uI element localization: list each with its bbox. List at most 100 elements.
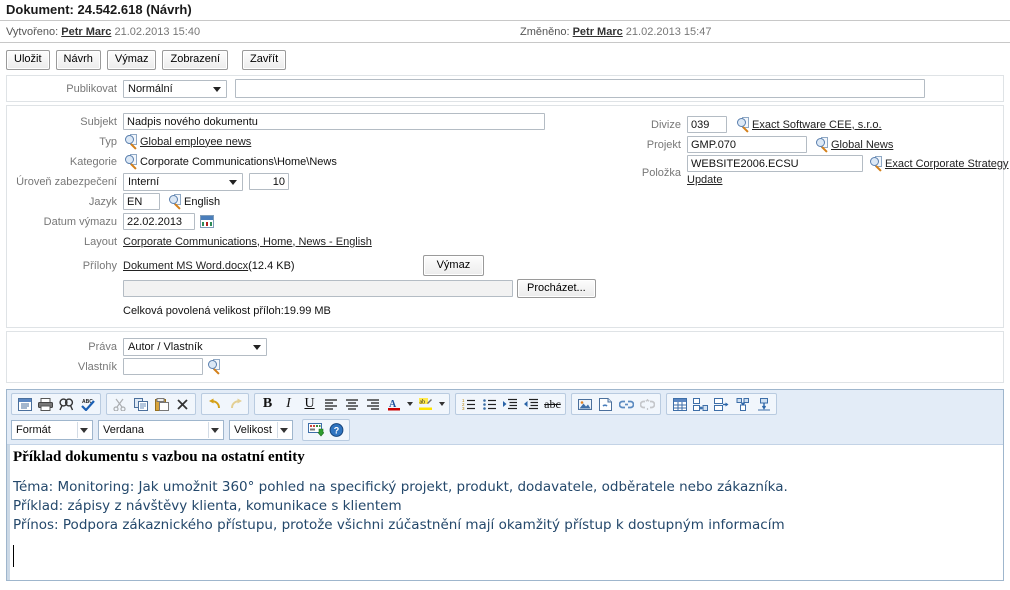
align-center-icon[interactable] [341, 395, 362, 414]
item-input[interactable] [687, 155, 863, 172]
help-icon[interactable]: ? [326, 421, 347, 440]
form-left-column: Subjekt Typ Global employee news Kategor… [7, 111, 627, 321]
attachment-file-link[interactable]: Dokument MS Word.docx [123, 260, 248, 272]
bulleted-list-icon[interactable] [479, 395, 500, 414]
highlight-color-icon[interactable]: ab [415, 395, 436, 414]
subject-input[interactable] [123, 113, 545, 130]
template-insert-icon[interactable] [305, 421, 326, 440]
undo-icon[interactable] [204, 395, 225, 414]
remove-format-icon[interactable] [172, 395, 193, 414]
calendar-icon[interactable] [200, 215, 214, 228]
document-edit-page: Dokument: 24.542.618 (Návrh) Vytvořeno: … [0, 0, 1010, 590]
underline-icon[interactable]: U [299, 395, 320, 414]
lookup-icon[interactable] [736, 116, 751, 133]
link-icon[interactable] [616, 395, 637, 414]
format-select-value: Formát [16, 424, 51, 436]
language-code-input[interactable] [123, 193, 160, 210]
project-link[interactable]: Global News [831, 139, 893, 151]
redo-icon[interactable] [225, 395, 246, 414]
numbered-list-icon[interactable]: 123 [458, 395, 479, 414]
project-label: Projekt [646, 138, 681, 151]
publish-note-input[interactable] [235, 79, 925, 98]
strikethrough-icon[interactable]: abc [542, 395, 563, 414]
save-button[interactable]: Uložit [6, 49, 50, 70]
draft-button[interactable]: Návrh [55, 49, 101, 70]
lookup-icon[interactable] [168, 193, 183, 210]
lookup-icon[interactable] [124, 153, 139, 170]
owner-input[interactable] [123, 358, 203, 375]
text-color-icon[interactable]: A [383, 395, 404, 414]
division-input[interactable] [687, 116, 727, 133]
changed-user-link[interactable]: Petr Marc [573, 26, 623, 38]
paste-icon[interactable] [151, 395, 172, 414]
copy-icon[interactable] [130, 395, 151, 414]
bold-icon[interactable]: B [257, 395, 278, 414]
italic-icon[interactable]: I [278, 395, 299, 414]
project-input[interactable] [687, 136, 807, 153]
cut-icon[interactable] [109, 395, 130, 414]
lookup-icon[interactable] [124, 133, 139, 150]
spellcheck-icon[interactable]: ABC [77, 395, 98, 414]
highlight-color-dropdown-icon[interactable] [436, 395, 447, 414]
rights-select[interactable]: Autor / Vlastník [123, 337, 267, 356]
security-level-select[interactable]: Interní [123, 172, 243, 191]
image-icon[interactable] [574, 395, 595, 414]
merge-cells-icon[interactable] [732, 395, 753, 414]
find-icon[interactable] [56, 395, 77, 414]
align-right-icon[interactable] [362, 395, 383, 414]
publish-panel: Publikovat Normální [6, 75, 1004, 102]
type-value-link[interactable]: Global employee news [140, 136, 251, 148]
division-label: Divize [651, 118, 681, 131]
changed-info: Změněno: Petr Marc 21.02.2013 15:47 [520, 26, 711, 38]
view-button[interactable]: Zobrazení [162, 49, 229, 70]
content-line: Téma: Monitoring: Jak umožnit 360° pohle… [13, 479, 788, 495]
insert-column-icon[interactable] [690, 395, 711, 414]
font-select-value: Verdana [103, 424, 144, 436]
browse-button[interactable]: Procházet... [517, 279, 596, 298]
align-left-icon[interactable] [320, 395, 341, 414]
close-button[interactable]: Zavřít [242, 49, 287, 70]
security-number-input[interactable] [249, 173, 289, 190]
text-caret [13, 545, 14, 567]
layout-value-link[interactable]: Corporate Communications, Home, News - E… [123, 236, 372, 248]
toolbar-group-document: ABC [11, 393, 101, 415]
print-icon[interactable] [35, 395, 56, 414]
size-select[interactable]: Velikost [229, 420, 293, 440]
lookup-icon[interactable] [869, 155, 884, 172]
format-select[interactable]: Formát [11, 420, 93, 440]
font-select[interactable]: Verdana [98, 420, 224, 440]
delete-button[interactable]: Výmaz [106, 49, 157, 70]
row-browse: Procházet... [7, 279, 627, 298]
row-delete-date: Datum výmazu [7, 212, 627, 231]
content-heading: Příklad dokumentu s vazbou na ostatní en… [13, 449, 305, 465]
editor-content-area[interactable]: Příklad dokumentu s vazbou na ostatní en… [7, 445, 1003, 580]
outdent-icon[interactable] [521, 395, 542, 414]
division-link[interactable]: Exact Software CEE, s.r.o. [752, 119, 882, 131]
source-icon[interactable] [14, 395, 35, 414]
text-color-dropdown-icon[interactable] [404, 395, 415, 414]
row-type: Typ Global employee news [7, 132, 627, 151]
insert-row-icon[interactable] [711, 395, 732, 414]
lookup-icon[interactable] [815, 136, 830, 153]
row-category: Kategorie Corporate Communications\Home\… [7, 152, 627, 171]
security-level-value: Interní [128, 175, 160, 188]
item-label: Položka [641, 167, 681, 179]
lookup-icon[interactable] [207, 358, 222, 375]
attachment-delete-button[interactable]: Výmaz [422, 255, 485, 276]
table-icon[interactable] [669, 395, 690, 414]
unlink-icon[interactable] [637, 395, 658, 414]
delete-date-input[interactable] [123, 213, 195, 230]
row-rights: Práva Autor / Vlastník [7, 337, 1003, 356]
indent-icon[interactable] [500, 395, 521, 414]
row-division: Divize Exact Software CEE, s.r.o. [632, 115, 1010, 134]
changed-date: 21.02.2013 15:47 [625, 25, 712, 38]
browse-path-input[interactable] [123, 280, 513, 297]
created-user-link[interactable]: Petr Marc [61, 26, 111, 38]
row-project: Projekt Global News [632, 135, 1010, 154]
split-cells-icon[interactable] [753, 395, 774, 414]
publish-select[interactable]: Normální [123, 79, 227, 98]
document-icon[interactable] [595, 395, 616, 414]
meta-row: Vytvořeno: Petr Marc 21.02.2013 15:40 Zm… [0, 21, 1010, 42]
item-link[interactable]: Exact Corporate Strategy [885, 158, 1009, 170]
item-link-second-line[interactable]: Update [687, 174, 722, 186]
